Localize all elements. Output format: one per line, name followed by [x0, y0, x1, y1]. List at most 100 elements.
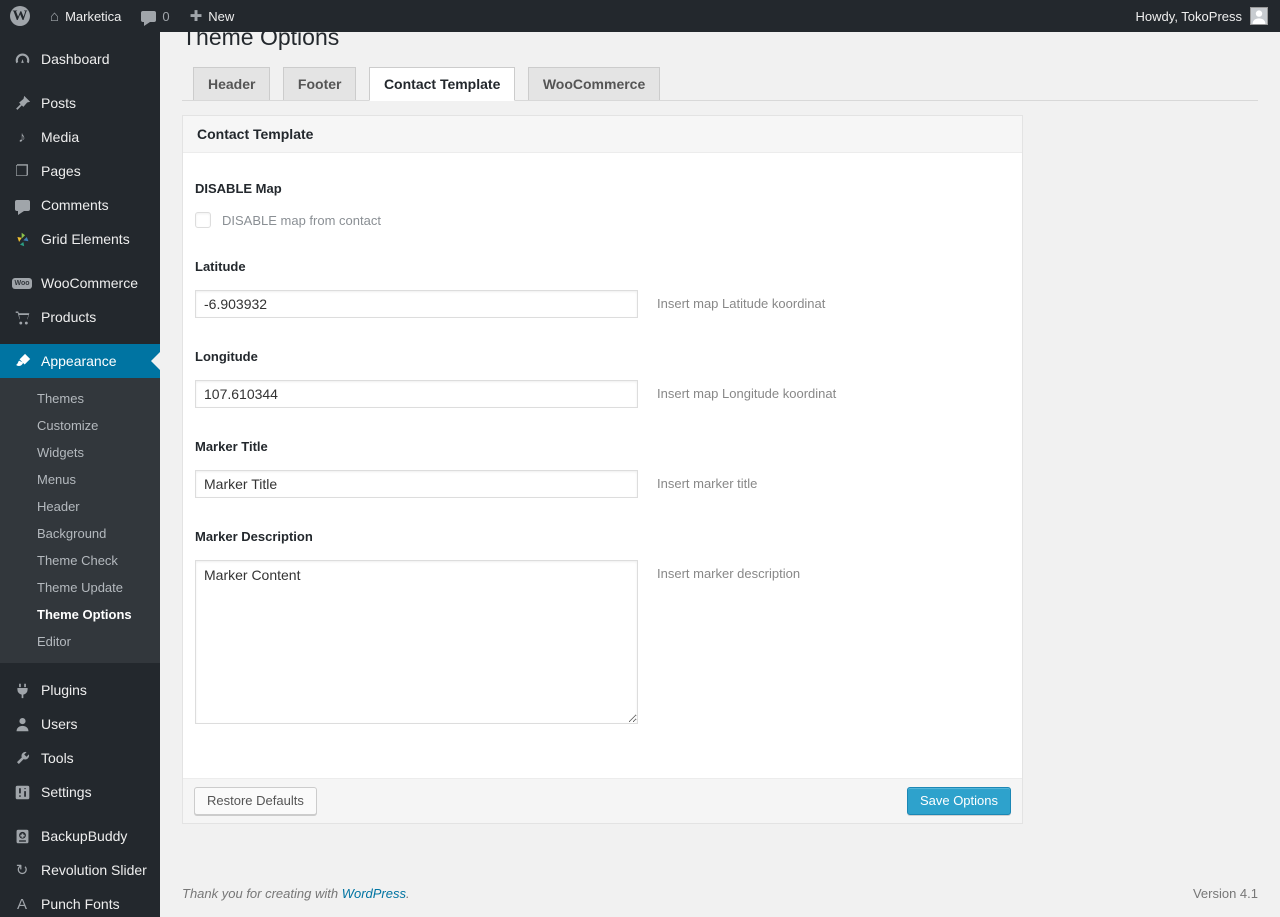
disable-map-field: DISABLE Map DISABLE map from contact — [195, 181, 1008, 228]
sidebar-item-settings[interactable]: Settings — [0, 775, 160, 809]
submenu-item-theme-options[interactable]: Theme Options — [0, 601, 160, 628]
sidebar-item-comments[interactable]: Comments — [0, 188, 160, 222]
tab-woocommerce[interactable]: WooCommerce — [527, 67, 661, 100]
tab-header[interactable]: Header — [193, 67, 271, 100]
new-content-menu[interactable]: ✚ New — [180, 0, 245, 32]
sidebar-item-label: Comments — [41, 197, 109, 213]
user-avatar[interactable] — [1250, 7, 1268, 25]
letter-a-icon: A — [16, 895, 27, 913]
backup-drive-icon — [10, 828, 34, 845]
submenu-item-theme-check[interactable]: Theme Check — [0, 547, 160, 574]
rotate-arrows-icon: ↻ — [15, 861, 29, 879]
submenu-item-background[interactable]: Background — [0, 520, 160, 547]
latitude-input[interactable] — [195, 290, 638, 318]
version-label: Version 4.1 — [1192, 886, 1258, 901]
sidebar-item-label: Dashboard — [41, 51, 110, 67]
submenu-item-theme-update[interactable]: Theme Update — [0, 574, 160, 601]
sidebar-item-posts[interactable]: Posts — [0, 86, 160, 120]
grid-elements-icon — [10, 231, 34, 248]
sidebar-item-grid-elements[interactable]: Grid Elements — [0, 222, 160, 256]
sidebar-item-revolution-slider[interactable]: ↻ Revolution Slider — [0, 853, 160, 887]
latitude-hint: Insert map Latitude koordinat — [657, 296, 826, 311]
submenu-item-themes[interactable]: Themes — [0, 385, 160, 412]
submenu-item-customize[interactable]: Customize — [0, 412, 160, 439]
sidebar-item-tools[interactable]: Tools — [0, 741, 160, 775]
tab-footer[interactable]: Footer — [282, 67, 357, 100]
restore-defaults-button[interactable]: Restore Defaults — [194, 787, 317, 815]
sidebar-item-label: Users — [41, 716, 78, 732]
disable-map-checkbox-row: DISABLE map from contact — [195, 212, 1008, 228]
sidebar-item-label: BackupBuddy — [41, 828, 128, 844]
wordpress-menu[interactable]: W — [0, 0, 40, 32]
submenu-item-header[interactable]: Header — [0, 493, 160, 520]
sidebar-item-punch-fonts[interactable]: A Punch Fonts — [0, 887, 160, 917]
plus-icon: ✚ — [189, 7, 203, 25]
marker-title-hint: Insert marker title — [657, 476, 758, 491]
sidebar-item-label: Pages — [41, 163, 81, 179]
sidebar-item-label: Settings — [41, 784, 92, 800]
longitude-hint: Insert map Longitude koordinat — [657, 386, 837, 401]
sidebar-item-plugins[interactable]: Plugins — [0, 673, 160, 707]
panel-title: Contact Template — [183, 116, 1022, 153]
wordpress-link[interactable]: WordPress — [342, 886, 406, 901]
sidebar-item-appearance[interactable]: Appearance — [0, 344, 160, 378]
paintbrush-icon — [10, 353, 34, 370]
tab-contact-template[interactable]: Contact Template — [368, 67, 516, 101]
wordpress-logo-icon: W — [10, 6, 30, 26]
contact-template-panel: Contact Template DISABLE Map DISABLE map… — [182, 115, 1023, 824]
admin-top-bar: W ⌂ Marketica 0 ✚ New Howdy, TokoPress — [0, 0, 1280, 32]
comments-shortcut[interactable]: 0 — [131, 0, 179, 32]
site-name: Marketica — [65, 8, 122, 24]
submenu-item-menus[interactable]: Menus — [0, 466, 160, 493]
marker-description-textarea[interactable]: Marker Content — [195, 560, 638, 724]
sidebar-item-backupbuddy[interactable]: BackupBuddy — [0, 819, 160, 853]
marker-title-field: Marker Title Insert marker title — [195, 439, 1008, 498]
sidebar-item-label: Revolution Slider — [41, 862, 147, 878]
sidebar-item-media[interactable]: ♪ Media — [0, 120, 160, 154]
latitude-label: Latitude — [195, 259, 246, 274]
pushpin-icon — [10, 95, 34, 112]
disable-map-checkbox[interactable] — [195, 212, 211, 228]
sidebar-item-woocommerce[interactable]: Woo WooCommerce — [0, 266, 160, 300]
sidebar-item-dashboard[interactable]: Dashboard — [0, 42, 160, 76]
marker-description-hint: Insert marker description — [657, 566, 801, 581]
plug-icon — [10, 682, 34, 699]
save-options-button[interactable]: Save Options — [906, 787, 1011, 815]
latitude-field: Latitude Insert map Latitude koordinat — [195, 259, 1008, 318]
sidebar-item-label: Grid Elements — [41, 231, 130, 247]
marker-title-label: Marker Title — [195, 439, 268, 454]
user-icon — [10, 716, 34, 733]
disable-map-label: DISABLE Map — [195, 181, 282, 196]
disable-map-checkbox-label: DISABLE map from contact — [222, 212, 381, 228]
sidebar-item-label: Products — [41, 309, 97, 325]
sidebar-item-products[interactable]: Products — [0, 300, 160, 334]
longitude-input[interactable] — [195, 380, 638, 408]
sidebar-item-label: Appearance — [41, 353, 117, 369]
sidebar-item-label: Punch Fonts — [41, 896, 120, 912]
main-content: Theme Options Header Footer Contact Temp… — [160, 0, 1280, 915]
sidebar-item-pages[interactable]: ❐ Pages — [0, 154, 160, 188]
footer-thanks-period: . — [406, 886, 410, 901]
appearance-submenu: Themes Customize Widgets Menus Header Ba… — [0, 378, 160, 663]
marker-description-field: Marker Description Marker Content Insert… — [195, 529, 1008, 724]
comment-bubble-icon — [141, 10, 157, 26]
longitude-label: Longitude — [195, 349, 258, 364]
person-icon — [1252, 10, 1266, 24]
sidebar-item-label: Tools — [41, 750, 74, 766]
footer-thanks-text: Thank you for creating with — [182, 886, 342, 901]
woocommerce-icon: Woo — [12, 277, 32, 289]
site-name-link[interactable]: ⌂ Marketica — [40, 0, 131, 32]
sidebar-item-users[interactable]: Users — [0, 707, 160, 741]
panel-body: DISABLE Map DISABLE map from contact Lat… — [183, 153, 1022, 778]
submenu-item-widgets[interactable]: Widgets — [0, 439, 160, 466]
panel-footer: Restore Defaults Save Options — [183, 778, 1022, 823]
howdy-account-link[interactable]: Howdy, TokoPress — [1136, 9, 1242, 24]
cart-icon — [10, 309, 34, 326]
longitude-field: Longitude Insert map Longitude koordinat — [195, 349, 1008, 408]
sidebar-item-label: Posts — [41, 95, 77, 111]
marker-description-label: Marker Description — [195, 529, 313, 544]
submenu-item-editor[interactable]: Editor — [0, 628, 160, 655]
footer-thanks: Thank you for creating with WordPress. — [182, 886, 410, 901]
settings-sliders-icon — [10, 784, 34, 801]
marker-title-input[interactable] — [195, 470, 638, 498]
